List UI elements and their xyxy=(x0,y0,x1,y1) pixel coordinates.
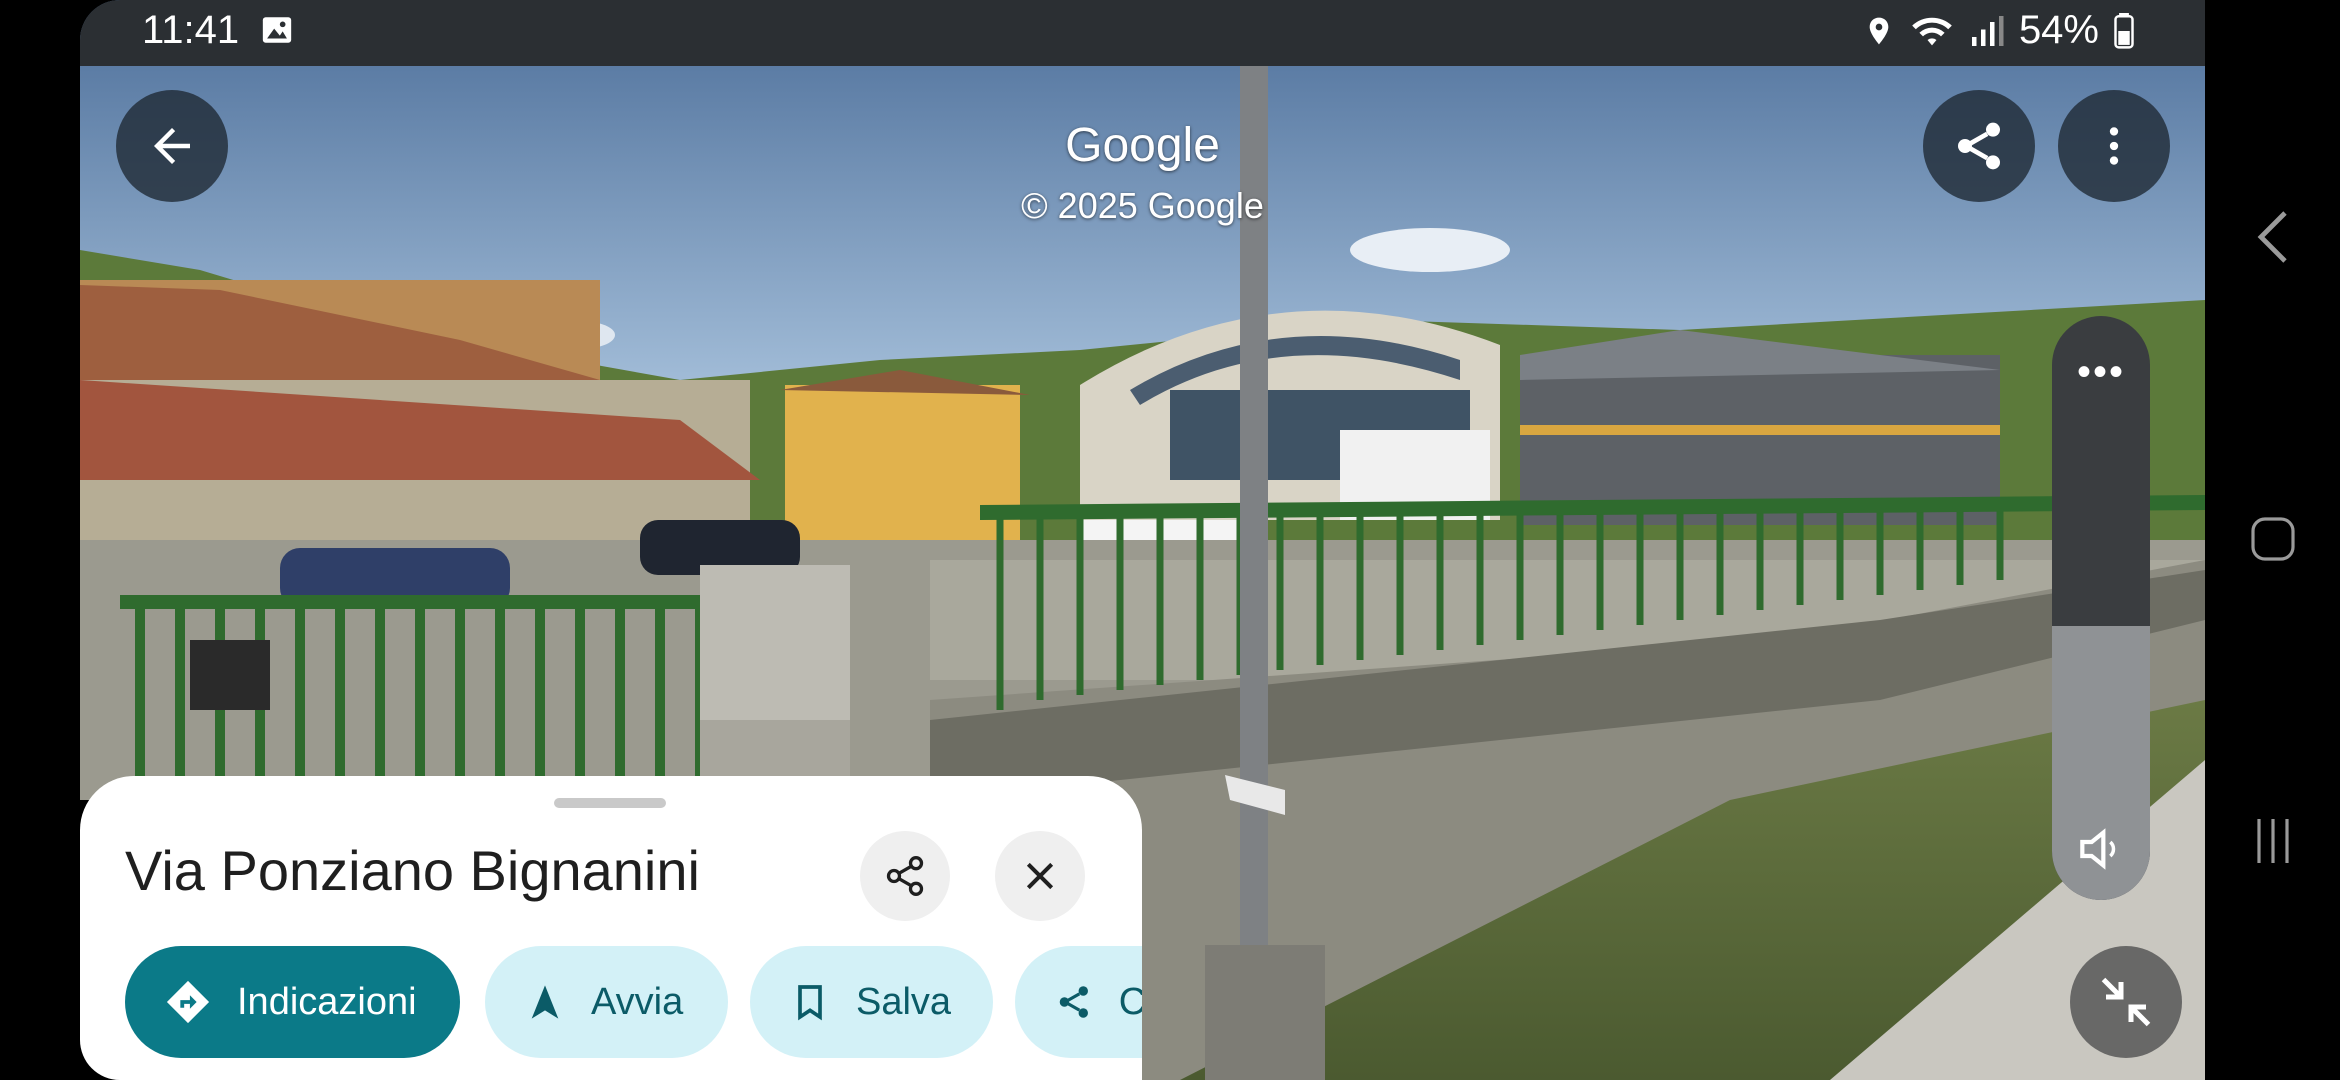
fullscreen-exit-icon xyxy=(2101,977,2151,1027)
directions-button[interactable]: Indicazioni xyxy=(125,946,460,1058)
copyright-text: © 2025 Google xyxy=(1021,185,1264,226)
share-view-button[interactable] xyxy=(1923,90,2035,202)
drag-handle[interactable] xyxy=(554,798,666,808)
sheet-share-button[interactable] xyxy=(860,831,950,921)
navigation-arrow-icon xyxy=(531,985,559,1019)
share-place-button[interactable]: Condividi xyxy=(1015,946,1142,1058)
battery-icon xyxy=(2114,12,2134,49)
clock: 11:41 xyxy=(142,8,240,52)
status-bar: 11:41 54% xyxy=(80,0,2205,66)
wifi-icon xyxy=(1912,17,1952,45)
system-nav-bar xyxy=(2205,0,2340,1080)
location-icon xyxy=(1869,17,1889,44)
battery-percent: 54% xyxy=(2018,8,2099,52)
save-label: Salva xyxy=(856,980,952,1023)
status-time: 11:41 xyxy=(142,8,294,53)
google-watermark: Google xyxy=(1065,119,1220,172)
close-icon xyxy=(1026,862,1054,890)
nav-recents-icon[interactable] xyxy=(2249,815,2297,867)
volume-slider[interactable]: ••• xyxy=(2052,316,2150,900)
exit-fullscreen-button[interactable] xyxy=(2070,946,2182,1058)
gallery-notification-icon xyxy=(263,17,292,43)
share-icon xyxy=(886,856,924,896)
share-icon xyxy=(1059,986,1088,1018)
directions-icon xyxy=(166,980,210,1024)
nav-home-icon[interactable] xyxy=(2249,515,2297,563)
nav-back-icon[interactable] xyxy=(2255,210,2291,264)
volume-more-icon[interactable]: ••• xyxy=(2052,350,2150,395)
more-options-button[interactable] xyxy=(2058,90,2170,202)
place-bottom-sheet[interactable]: Via Ponziano Bignanini Indicazioni Avvia… xyxy=(80,776,1142,1080)
start-label: Avvia xyxy=(591,980,684,1023)
phone-screen: 11:41 54% Google © 2025 Google ••• Via P… xyxy=(80,0,2205,1080)
start-button[interactable]: Avvia xyxy=(485,946,728,1058)
status-icons: 54% xyxy=(1863,8,2135,53)
more-vert-icon xyxy=(2109,127,2119,165)
save-button[interactable]: Salva xyxy=(750,946,993,1058)
place-title: Via Ponziano Bignanini xyxy=(125,839,700,902)
share-icon xyxy=(1958,122,2000,170)
signal-icon xyxy=(1971,15,2004,46)
directions-label: Indicazioni xyxy=(237,980,417,1023)
bookmark-icon xyxy=(798,985,822,1021)
share-label: Condividi xyxy=(1118,980,1142,1023)
sheet-close-button[interactable] xyxy=(995,831,1085,921)
volume-speaker-icon[interactable] xyxy=(2052,821,2150,882)
